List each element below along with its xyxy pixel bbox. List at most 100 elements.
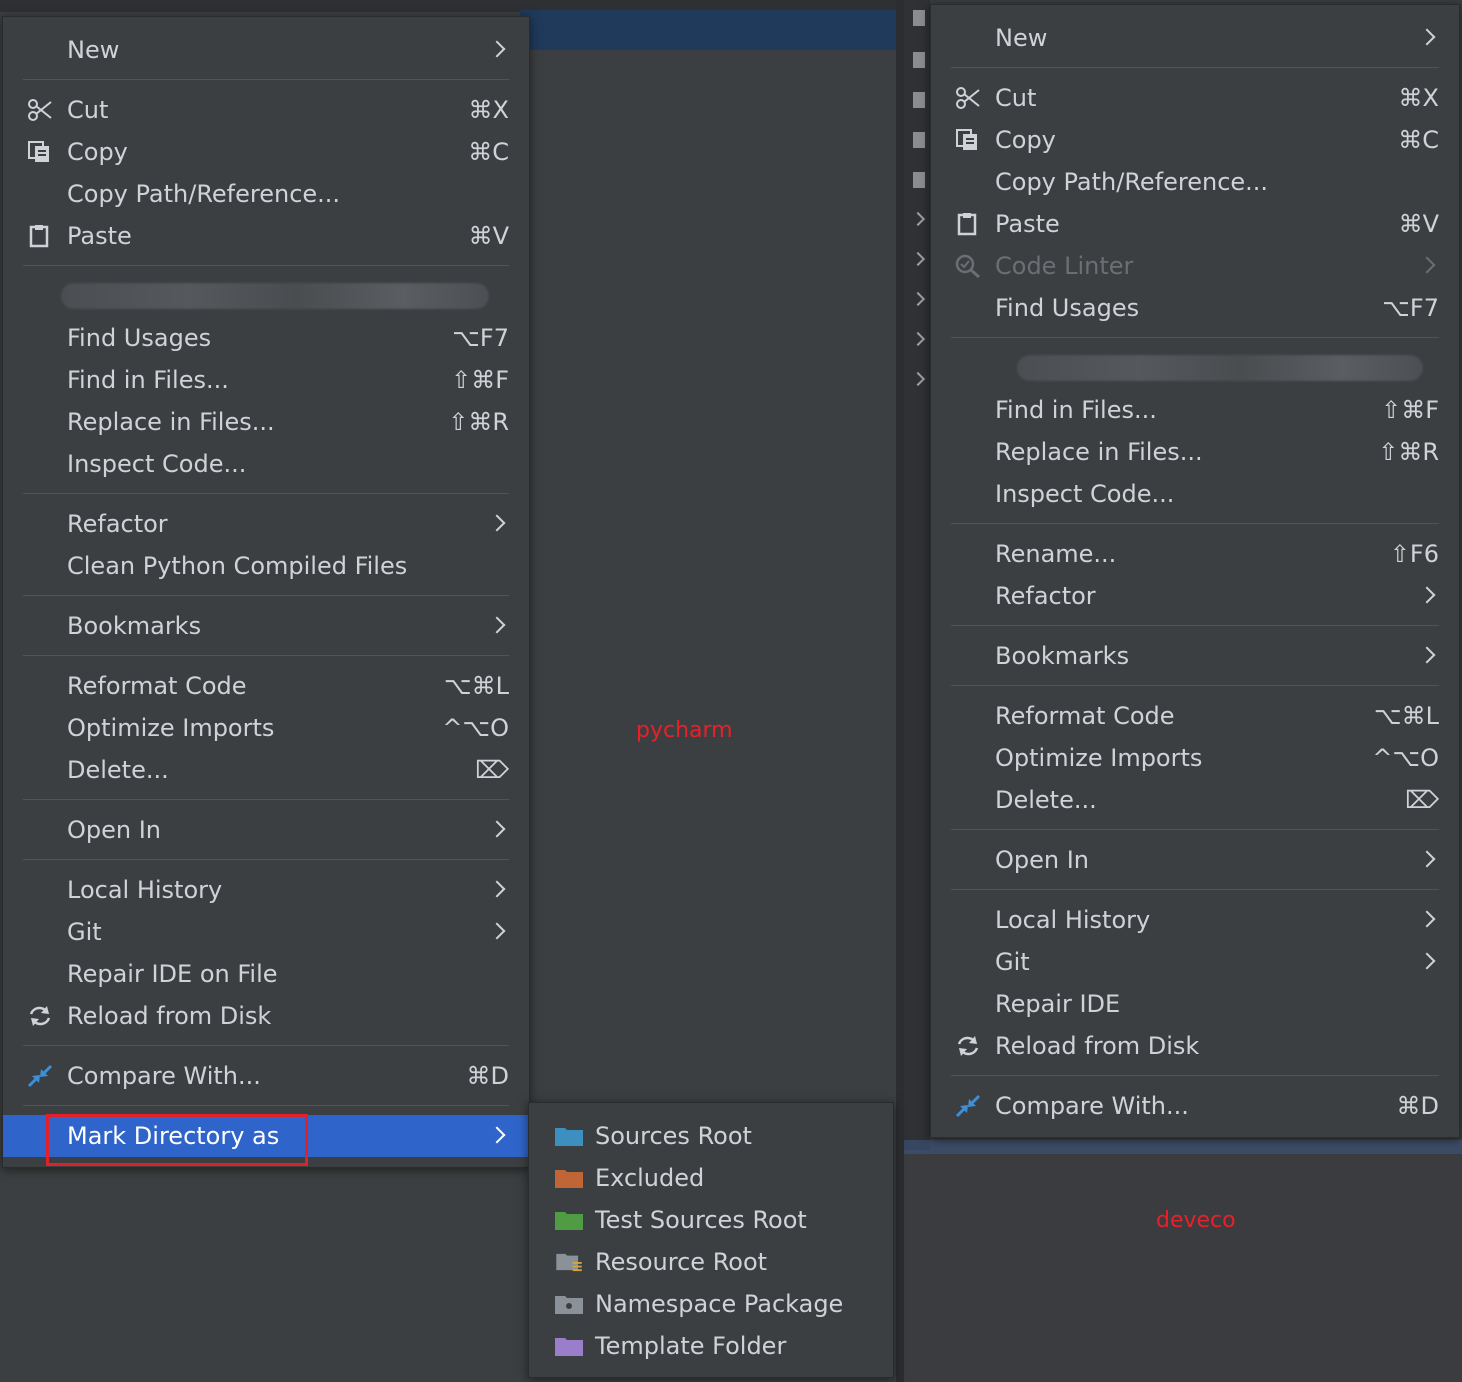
submenu-item-resource-root[interactable]: Resource Root [529, 1241, 893, 1283]
submenu-item-label: Sources Root [595, 1122, 752, 1150]
menu-item-label: Open In [67, 816, 162, 844]
menu-item-inspect-code[interactable]: Inspect Code... [3, 443, 529, 485]
submenu-item-excluded[interactable]: Excluded [529, 1157, 893, 1199]
menu-item-reload-from-disk[interactable]: Reload from Disk [3, 995, 529, 1037]
menu-item-repair-ide-on-file[interactable]: Repair IDE on File [3, 953, 529, 995]
menu-item-git[interactable]: Git [3, 911, 529, 953]
menu-item-find-usages[interactable]: Find Usages ⌥F7 [931, 287, 1459, 329]
chevron-right-icon [1418, 256, 1436, 274]
menu-item-cut[interactable]: Cut ⌘X [931, 77, 1459, 119]
menu-item-label: Rename... [995, 540, 1117, 568]
menu-item-git[interactable]: Git [931, 941, 1459, 983]
resource-folder-icon [556, 1253, 582, 1272]
deveco-context-menu: New Cut ⌘X Copy ⌘C Copy Path/Reference..… [930, 4, 1460, 1138]
menu-item-label: Reload from Disk [995, 1032, 1200, 1060]
pycharm-selected-row-highlight [520, 10, 898, 50]
menu-item-find-in-files[interactable]: Find in Files... ⇧⌘F [3, 359, 529, 401]
file-icon[interactable] [913, 132, 925, 148]
menu-item-label: Paste [67, 222, 132, 250]
menu-item-delete[interactable]: Delete... ⌦ [3, 749, 529, 791]
menu-item-find-in-files[interactable]: Find in Files... ⇧⌘F [931, 389, 1459, 431]
menu-item-refactor[interactable]: Refactor [3, 503, 529, 545]
menu-item-optimize-imports[interactable]: Optimize Imports ^⌥O [931, 737, 1459, 779]
menu-separator [23, 799, 509, 800]
menu-item-rename[interactable]: Rename... ⇧F6 [931, 533, 1459, 575]
menu-item-label: Find in Files... [995, 396, 1157, 424]
mark-directory-submenu: Sources Root Excluded Test Sources Root … [528, 1102, 894, 1378]
submenu-item-template-folder[interactable]: Template Folder [529, 1325, 893, 1367]
shortcut-label: ⇧F6 [1389, 540, 1439, 568]
shortcut-label: ⌘C [1398, 126, 1439, 154]
menu-item-label: Copy [995, 126, 1056, 154]
file-icon[interactable] [913, 52, 925, 68]
menu-item-label: Git [67, 918, 102, 946]
menu-item-delete[interactable]: Delete... ⌦ [931, 779, 1459, 821]
menu-separator [951, 625, 1439, 626]
menu-item-replace-in-files[interactable]: Replace in Files... ⇧⌘R [3, 401, 529, 443]
menu-item-code-linter[interactable]: Code Linter [931, 245, 1459, 287]
menu-item-new[interactable]: New [931, 17, 1459, 59]
menu-item-copy-path[interactable]: Copy Path/Reference... [931, 161, 1459, 203]
chevron-right-icon [1418, 586, 1436, 604]
menu-item-label: Paste [995, 210, 1060, 238]
menu-item-new[interactable]: New [3, 29, 529, 71]
shortcut-label: ⌘V [1398, 210, 1439, 238]
menu-item-label: Replace in Files... [995, 438, 1203, 466]
menu-item-local-history[interactable]: Local History [931, 899, 1459, 941]
shortcut-label: ⌘X [468, 96, 509, 124]
submenu-item-namespace-package[interactable]: Namespace Package [529, 1283, 893, 1325]
file-icon[interactable] [913, 172, 925, 188]
menu-item-label: Reformat Code [67, 672, 247, 700]
menu-item-optimize-imports[interactable]: Optimize Imports ^⌥O [3, 707, 529, 749]
menu-item-compare-with[interactable]: Compare With... ⌘D [3, 1055, 529, 1097]
menu-item-copy[interactable]: Copy ⌘C [3, 131, 529, 173]
menu-item-bookmarks[interactable]: Bookmarks [3, 605, 529, 647]
submenu-item-label: Namespace Package [595, 1290, 844, 1318]
folder-icon [555, 1128, 583, 1146]
menu-item-copy[interactable]: Copy ⌘C [931, 119, 1459, 161]
menu-item-label: Replace in Files... [67, 408, 275, 436]
menu-item-bookmarks[interactable]: Bookmarks [931, 635, 1459, 677]
pycharm-context-menu: New Cut ⌘X Copy ⌘C Copy Path/Reference..… [2, 16, 530, 1168]
menu-item-label: Find in Files... [67, 366, 229, 394]
menu-item-find-usages[interactable]: Find Usages ⌥F7 [3, 317, 529, 359]
folder-icon [555, 1338, 583, 1356]
menu-item-reformat-code[interactable]: Reformat Code ⌥⌘L [3, 665, 529, 707]
menu-item-replace-in-files[interactable]: Replace in Files... ⇧⌘R [931, 431, 1459, 473]
menu-separator [23, 859, 509, 860]
menu-item-paste[interactable]: Paste ⌘V [931, 203, 1459, 245]
shortcut-label: ⌘V [468, 222, 509, 250]
shortcut-label: ^⌥O [1372, 744, 1439, 772]
chevron-right-icon [488, 880, 506, 898]
shortcut-label: ⌥F7 [452, 324, 509, 352]
menu-item-inspect-code[interactable]: Inspect Code... [931, 473, 1459, 515]
menu-item-local-history[interactable]: Local History [3, 869, 529, 911]
menu-item-reformat-code[interactable]: Reformat Code ⌥⌘L [931, 695, 1459, 737]
menu-separator [951, 829, 1439, 830]
menu-item-reload-from-disk[interactable]: Reload from Disk [931, 1025, 1459, 1067]
menu-item-label: Delete... [67, 756, 169, 784]
linter-icon [955, 254, 980, 278]
menu-item-open-in[interactable]: Open In [931, 839, 1459, 881]
shortcut-label: ⌦ [1405, 786, 1439, 814]
menu-item-repair-ide[interactable]: Repair IDE [931, 983, 1459, 1025]
menu-item-paste[interactable]: Paste ⌘V [3, 215, 529, 257]
shortcut-label: ⇧⌘F [1381, 396, 1439, 424]
menu-separator [951, 67, 1439, 68]
menu-item-refactor[interactable]: Refactor [931, 575, 1459, 617]
menu-separator [951, 523, 1439, 524]
menu-item-copy-path[interactable]: Copy Path/Reference... [3, 173, 529, 215]
menu-item-label: Cut [995, 84, 1037, 112]
menu-item-clean-python-compiled[interactable]: Clean Python Compiled Files [3, 545, 529, 587]
menu-item-open-in[interactable]: Open In [3, 809, 529, 851]
submenu-item-test-sources-root[interactable]: Test Sources Root [529, 1199, 893, 1241]
submenu-item-sources-root[interactable]: Sources Root [529, 1115, 893, 1157]
submenu-item-label: Excluded [595, 1164, 705, 1192]
file-icon[interactable] [913, 92, 925, 108]
menu-item-label: Copy Path/Reference... [67, 180, 341, 208]
menu-item-cut[interactable]: Cut ⌘X [3, 89, 529, 131]
file-icon[interactable] [913, 10, 925, 26]
menu-item-compare-with[interactable]: Compare With... ⌘D [931, 1085, 1459, 1127]
menu-item-label: Optimize Imports [995, 744, 1203, 772]
menu-item-label: New [995, 24, 1048, 52]
